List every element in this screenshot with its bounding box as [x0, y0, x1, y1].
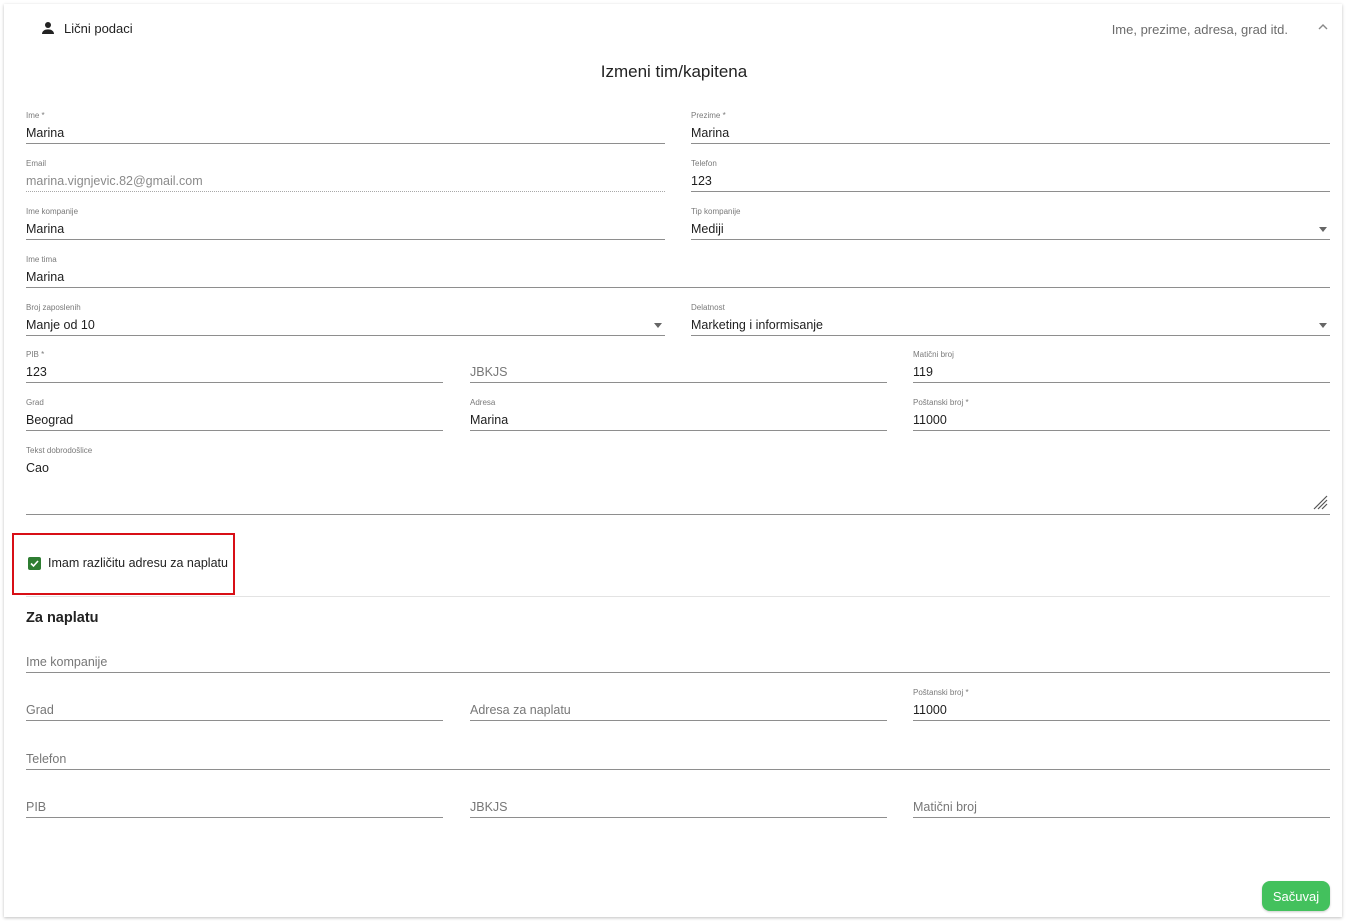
section-divider — [26, 596, 1330, 597]
employees-count-value[interactable]: Manje od 10 — [26, 318, 95, 332]
first-name-field[interactable]: Ime * Marina — [26, 111, 665, 144]
billing-postal-code-value[interactable]: 11000 — [913, 703, 947, 717]
email-value: marina.vignjevic.82@gmail.com — [26, 174, 203, 188]
check-icon — [30, 560, 39, 568]
employees-count-select[interactable]: Broj zaposlenih Manje od 10 — [26, 303, 665, 336]
save-button[interactable]: Sačuvaj — [1262, 881, 1330, 911]
billing-city-field[interactable]: Grad — [26, 688, 443, 721]
email-label: Email — [26, 159, 47, 168]
welcome-text-textarea[interactable]: Tekst dobrodošlice Cao — [26, 446, 1330, 515]
billing-section-heading: Za naplatu — [26, 610, 99, 626]
phone-label: Telefon — [691, 159, 717, 168]
industry-select[interactable]: Delatnost Marketing i informisanje — [691, 303, 1330, 336]
dropdown-caret-icon[interactable] — [1319, 323, 1327, 328]
phone-value[interactable]: 123 — [691, 174, 712, 188]
welcome-text-value[interactable]: Cao — [26, 461, 49, 475]
first-name-value[interactable]: Marina — [26, 126, 64, 140]
billing-address-placeholder[interactable]: Adresa za naplatu — [470, 703, 571, 717]
billing-company-name-field[interactable]: Ime kompanije — [26, 640, 1330, 673]
person-icon — [42, 22, 54, 34]
last-name-value[interactable]: Marina — [691, 126, 729, 140]
billing-phone-placeholder[interactable]: Telefon — [26, 752, 66, 766]
phone-field[interactable]: Telefon 123 — [691, 159, 1330, 192]
company-type-label: Tip kompanije — [691, 207, 741, 216]
jbkjs-placeholder[interactable]: JBKJS — [470, 365, 508, 379]
team-name-value[interactable]: Marina — [26, 270, 64, 284]
welcome-text-label: Tekst dobrodošlice — [26, 446, 93, 455]
resize-handle-icon[interactable] — [1312, 494, 1328, 510]
address-value[interactable]: Marina — [470, 413, 508, 427]
billing-company-name-placeholder[interactable]: Ime kompanije — [26, 655, 107, 669]
pib-field[interactable]: PIB * 123 — [26, 350, 443, 383]
address-field[interactable]: Adresa Marina — [470, 398, 887, 431]
company-name-field[interactable]: Ime kompanije Marina — [26, 207, 665, 240]
panel-subtitle: Ime, prezime, adresa, grad itd. — [1111, 22, 1288, 37]
billing-pib-field[interactable]: PIB — [26, 785, 443, 818]
postal-code-label: Poštanski broj * — [913, 398, 969, 407]
first-name-label: Ime * — [26, 111, 45, 120]
pib-value[interactable]: 123 — [26, 365, 47, 379]
billing-pib-placeholder[interactable]: PIB — [26, 800, 46, 814]
billing-checkbox-highlight: Imam različitu adresu za naplatu — [12, 533, 235, 595]
billing-address-checkbox[interactable] — [28, 557, 41, 570]
address-label: Adresa — [470, 398, 496, 407]
billing-postal-code-field[interactable]: Poštanski broj * 11000 — [913, 688, 1330, 721]
last-name-field[interactable]: Prezime * Marina — [691, 111, 1330, 144]
chevron-up-icon[interactable] — [1316, 20, 1330, 34]
team-name-field[interactable]: Ime tima Marina — [26, 255, 1330, 288]
registration-number-value[interactable]: 119 — [913, 365, 933, 379]
team-name-label: Ime tima — [26, 255, 57, 264]
company-type-value[interactable]: Mediji — [691, 222, 724, 236]
dropdown-caret-icon[interactable] — [654, 323, 662, 328]
dropdown-caret-icon[interactable] — [1319, 227, 1327, 232]
billing-address-checkbox-label[interactable]: Imam različitu adresu za naplatu — [48, 556, 228, 570]
billing-postal-code-label: Poštanski broj * — [913, 688, 969, 697]
jbkjs-field[interactable]: JBKJS — [470, 350, 887, 383]
postal-code-field[interactable]: Poštanski broj * 11000 — [913, 398, 1330, 431]
company-name-label: Ime kompanije — [26, 207, 79, 216]
billing-jbkjs-placeholder[interactable]: JBKJS — [470, 800, 508, 814]
city-label: Grad — [26, 398, 44, 407]
industry-label: Delatnost — [691, 303, 725, 312]
registration-number-field[interactable]: Matični broj 119 — [913, 350, 1330, 383]
billing-registration-number-placeholder[interactable]: Matični broj — [913, 800, 977, 814]
employees-count-label: Broj zaposlenih — [26, 303, 81, 312]
billing-registration-number-field[interactable]: Matični broj — [913, 785, 1330, 818]
postal-code-value[interactable]: 11000 — [913, 413, 947, 427]
company-type-select[interactable]: Tip kompanije Mediji — [691, 207, 1330, 240]
billing-address-field[interactable]: Adresa za naplatu — [470, 688, 887, 721]
city-field[interactable]: Grad Beograd — [26, 398, 443, 431]
registration-number-label: Matični broj — [913, 350, 954, 359]
pib-label: PIB * — [26, 350, 45, 359]
billing-city-placeholder[interactable]: Grad — [26, 703, 54, 717]
billing-jbkjs-field[interactable]: JBKJS — [470, 785, 887, 818]
panel-header[interactable]: Lični podaci — [40, 20, 133, 36]
email-field: Email marina.vignjevic.82@gmail.com — [26, 159, 665, 192]
form-title: Izmeni tim/kapitena — [600, 62, 748, 81]
industry-value[interactable]: Marketing i informisanje — [691, 318, 823, 332]
billing-phone-field[interactable]: Telefon — [26, 737, 1330, 770]
company-name-value[interactable]: Marina — [26, 222, 64, 236]
city-value[interactable]: Beograd — [26, 413, 73, 427]
last-name-label: Prezime * — [691, 111, 726, 120]
panel-title: Lični podaci — [64, 20, 133, 36]
